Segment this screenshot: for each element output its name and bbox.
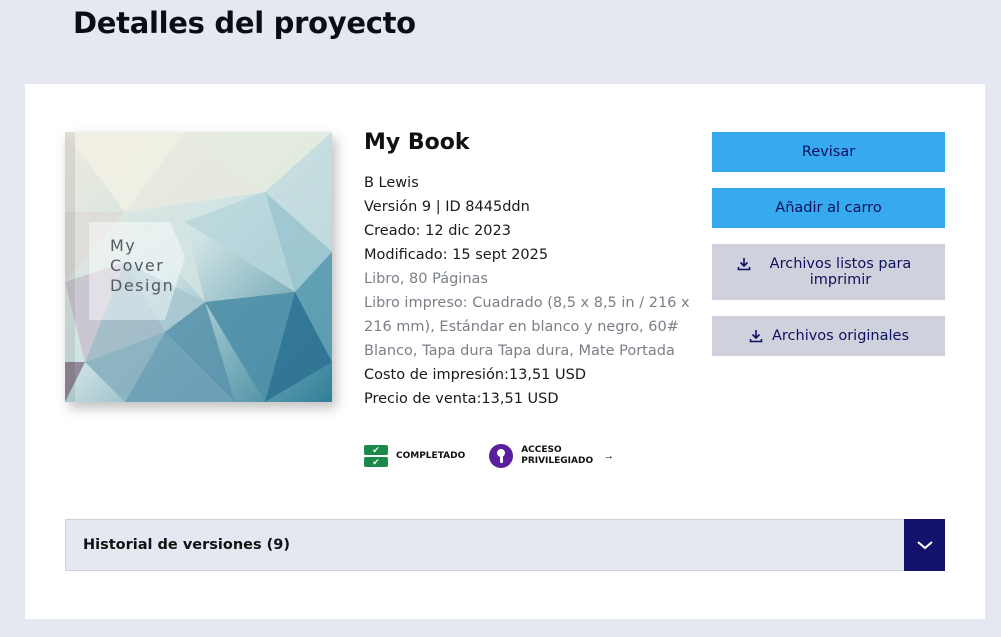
download-icon	[749, 330, 763, 343]
version-history-toggle[interactable]	[904, 519, 945, 571]
book-cover-image[interactable]: My Cover Design	[65, 132, 332, 402]
book-print-cost: Costo de impresión:13,51 USD	[364, 367, 587, 383]
review-button[interactable]: Revisar	[712, 132, 945, 172]
version-history-label: Historial de versiones (9)	[83, 537, 290, 553]
privileged-access-badge[interactable]: ACCESO PRIVILEGIADO →	[489, 444, 614, 468]
book-title: My Book	[364, 130, 470, 155]
check-icon: ✔ ✔	[364, 445, 388, 467]
privileged-access-label: ACCESO PRIVILEGIADO	[521, 445, 594, 466]
book-created-date: Creado: 12 dic 2023	[364, 223, 511, 239]
book-details: My Book B Lewis Versión 9 | ID 8445ddn C…	[364, 130, 694, 411]
version-history-accordion[interactable]: Historial de versiones (9)	[65, 519, 945, 571]
book-spec: Libro impreso: Cuadrado (8,5 x 8,5 in / …	[364, 295, 690, 359]
arrow-right-icon: →	[603, 450, 615, 462]
book-modified-date: Modificado: 15 sept 2025	[364, 247, 549, 263]
book-format: Libro, 80 Páginas	[364, 271, 488, 287]
print-ready-files-button[interactable]: Archivos listos para imprimir	[712, 244, 945, 300]
book-author: B Lewis	[364, 175, 419, 191]
cover-text: My Cover Design	[110, 236, 175, 295]
book-sale-price: Precio de venta:13,51 USD	[364, 391, 559, 407]
original-files-button[interactable]: Archivos originales	[712, 316, 945, 356]
book-version: Versión 9 | ID 8445ddn	[364, 199, 530, 215]
cover-artwork	[65, 132, 332, 402]
completed-badge: ✔ ✔ COMPLETADO	[364, 445, 465, 467]
original-files-label: Archivos originales	[771, 328, 910, 344]
print-ready-files-label: Archivos listos para imprimir	[769, 256, 912, 288]
chevron-down-icon	[916, 541, 933, 550]
completed-label: COMPLETADO	[396, 450, 466, 461]
status-badges: ✔ ✔ COMPLETADO ACCESO PRIVILEGIADO →	[364, 444, 614, 468]
download-icon	[737, 258, 751, 271]
page-title: Detalles del proyecto	[73, 6, 416, 40]
key-icon	[489, 444, 514, 468]
project-card: My Cover Design My Book B Lewis Versión …	[25, 84, 985, 619]
add-to-cart-button[interactable]: Añadir al carro	[712, 188, 945, 228]
